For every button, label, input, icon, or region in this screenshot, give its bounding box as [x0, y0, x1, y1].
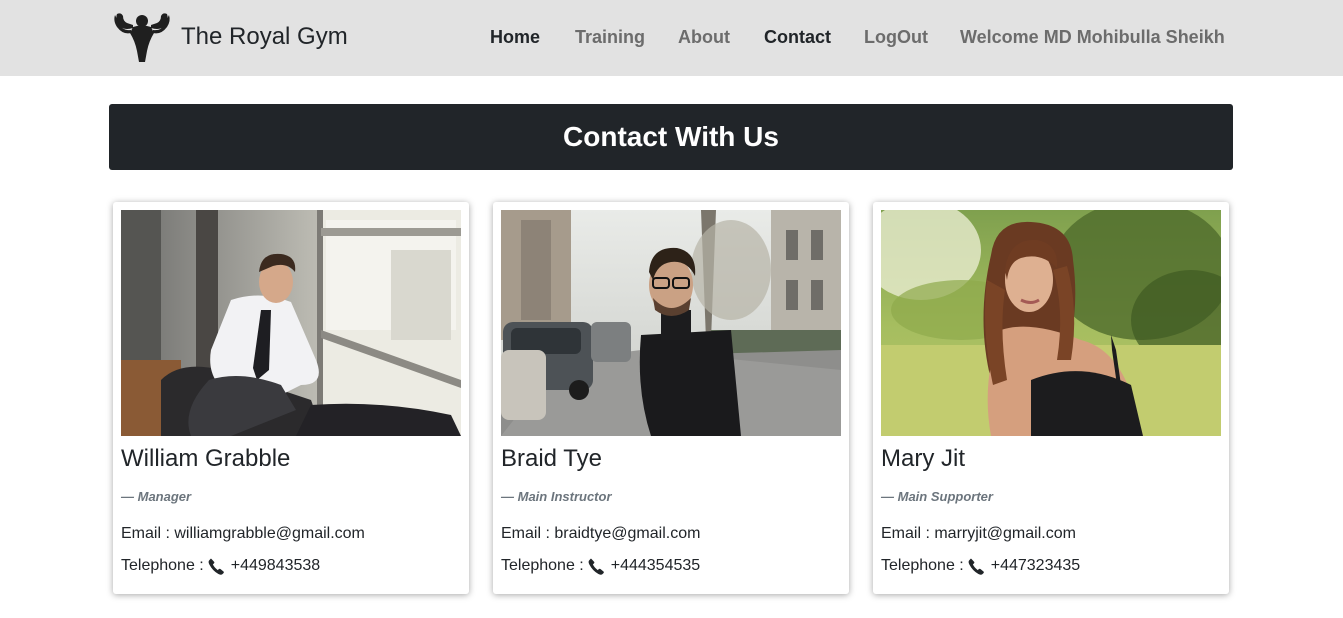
telephone-label: Telephone : — [881, 557, 964, 574]
contact-card: William Grabble — Manager Email : willia… — [113, 202, 469, 594]
contact-photo — [881, 210, 1221, 436]
nav-contact[interactable]: Contact — [764, 27, 831, 48]
phone-icon — [968, 558, 985, 575]
navbar: The Royal Gym Home Training About Contac… — [0, 0, 1343, 76]
contact-card: Braid Tye — Main Instructor Email : brai… — [493, 202, 849, 594]
contact-role: — Main Instructor — [501, 489, 612, 504]
contact-telephone: Telephone : +447323435 — [881, 557, 1080, 575]
man-in-turtleneck-photo — [501, 210, 841, 436]
page-title: Contact With Us — [563, 121, 779, 152]
phone-icon — [208, 558, 225, 575]
contact-name: Braid Tye — [501, 445, 602, 472]
nav-menu: Home Training About Contact LogOut Welco… — [0, 27, 1343, 51]
telephone-number[interactable]: +447323435 — [991, 557, 1080, 575]
nav-about[interactable]: About — [678, 27, 730, 48]
page-banner: Contact With Us — [109, 104, 1233, 170]
contact-telephone: Telephone : +444354535 — [501, 557, 700, 575]
contact-card: Mary Jit — Main Supporter Email : marryj… — [873, 202, 1229, 594]
telephone-label: Telephone : — [121, 557, 204, 574]
nav-training[interactable]: Training — [575, 27, 645, 48]
man-in-suit-photo — [121, 210, 461, 436]
contact-name: Mary Jit — [881, 445, 965, 472]
contact-email: Email : williamgrabble@gmail.com — [121, 525, 365, 542]
telephone-number[interactable]: +449843538 — [231, 557, 320, 575]
contact-telephone: Telephone : +449843538 — [121, 557, 320, 575]
contact-name: William Grabble — [121, 445, 291, 472]
nav-home[interactable]: Home — [490, 27, 540, 48]
phone-icon — [588, 558, 605, 575]
telephone-number[interactable]: +444354535 — [611, 557, 700, 575]
contact-photo — [501, 210, 841, 436]
woman-outdoors-photo — [881, 210, 1221, 436]
contact-email: Email : braidtye@gmail.com — [501, 525, 701, 542]
contact-photo — [121, 210, 461, 436]
contact-role: — Main Supporter — [881, 489, 993, 504]
contact-email: Email : marryjit@gmail.com — [881, 525, 1076, 542]
nav-welcome-user[interactable]: Welcome MD Mohibulla Sheikh — [960, 27, 1225, 48]
contact-role: — Manager — [121, 489, 192, 504]
nav-logout[interactable]: LogOut — [864, 27, 928, 48]
telephone-label: Telephone : — [501, 557, 584, 574]
